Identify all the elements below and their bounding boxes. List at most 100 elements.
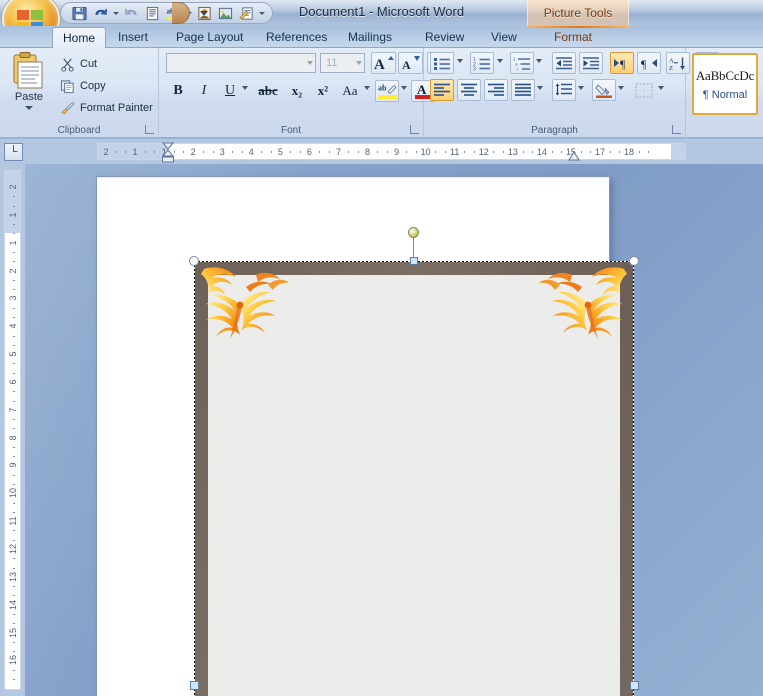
align-right-button[interactable] — [484, 79, 508, 101]
justify-button[interactable] — [511, 79, 535, 101]
selection-handle-middle-right[interactable] — [630, 681, 639, 690]
grow-font-button[interactable]: A — [371, 52, 396, 74]
ribbon-group-font: 11 A A Aa B I — [159, 48, 453, 138]
strikethrough-button[interactable]: abc — [255, 80, 281, 102]
tab-page-layout[interactable]: Page Layout — [166, 27, 253, 48]
tab-mailings[interactable]: Mailings — [338, 27, 402, 48]
line-spacing-dropdown-icon[interactable] — [578, 86, 584, 90]
insert-picture-icon[interactable] — [215, 4, 235, 23]
align-left-icon — [434, 83, 450, 96]
ruler-h-number: 17 — [594, 147, 606, 157]
multilevel-list-dropdown-icon[interactable] — [536, 59, 542, 63]
ruler-h-dot — [212, 151, 214, 153]
bullets-dropdown-icon[interactable] — [457, 59, 463, 63]
text-highlight-icon: ab — [377, 84, 397, 99]
bullets-button[interactable] — [430, 52, 454, 74]
decorative-border-picture[interactable] — [194, 261, 634, 696]
ruler-v-dot — [13, 446, 15, 448]
ruler-v-number: 1 — [7, 212, 18, 218]
copy-button[interactable]: Copy — [56, 76, 110, 96]
paste-button[interactable]: Paste — [6, 52, 52, 118]
tab-references[interactable]: References — [256, 27, 337, 48]
print-preview-icon[interactable] — [142, 4, 162, 23]
subscript-button[interactable]: x₂ — [285, 80, 309, 102]
numbering-dropdown-icon[interactable] — [497, 59, 503, 63]
italic-icon: I — [201, 83, 207, 98]
svg-text:Z: Z — [669, 65, 673, 71]
ruler-v-number: 3 — [7, 295, 18, 301]
font-name-dropdown-icon[interactable] — [307, 61, 313, 65]
justify-dropdown-icon[interactable] — [537, 86, 543, 90]
ruler-h-dot — [648, 151, 650, 153]
font-size-input[interactable]: 11 — [320, 53, 365, 73]
superscript-button[interactable]: x² — [311, 80, 335, 102]
highlight-color-dropdown-icon[interactable] — [401, 86, 407, 90]
selection-handle-middle-left[interactable] — [190, 681, 199, 690]
track-changes-dropdown-icon[interactable] — [257, 4, 266, 23]
selection-handle-top-right[interactable] — [629, 256, 639, 266]
ltr-text-direction-button[interactable]: ¶ — [610, 52, 634, 74]
paste-dropdown-icon[interactable] — [25, 106, 33, 110]
bold-button[interactable]: B — [167, 80, 189, 102]
decrease-indent-button[interactable] — [552, 52, 576, 74]
align-left-button[interactable] — [430, 79, 454, 101]
ruler-h-number: 9 — [394, 147, 400, 157]
align-center-button[interactable] — [457, 79, 481, 101]
font-dialog-launcher[interactable] — [409, 124, 420, 135]
rtl-text-direction-button[interactable]: ¶ — [637, 52, 661, 74]
title-bar: ab Document1 - Microsoft Word Picture To… — [0, 0, 763, 26]
save-icon[interactable] — [69, 4, 89, 23]
increase-indent-button[interactable] — [579, 52, 603, 74]
format-painter-button[interactable]: Format Painter — [56, 98, 157, 118]
vertical-ruler-scale[interactable]: 2 1 1 2 3 4 5 6 7 8 9 10 11 12 13 14 15 16 — [4, 170, 21, 690]
line-spacing-button[interactable] — [552, 79, 576, 101]
text-highlight-color-button[interactable]: ab — [375, 80, 399, 102]
svg-text:¶: ¶ — [641, 57, 647, 71]
document-page[interactable] — [97, 177, 639, 696]
customize-qat-icon[interactable] — [194, 3, 214, 23]
ruler-h-dot — [241, 151, 243, 153]
numbering-button[interactable]: 123 — [470, 52, 494, 74]
underline-dropdown-icon[interactable] — [242, 86, 248, 90]
borders-dropdown-icon[interactable] — [658, 86, 664, 90]
left-indent-markers[interactable] — [160, 141, 176, 163]
italic-button[interactable]: I — [193, 80, 215, 102]
cut-button[interactable]: Cut — [56, 54, 101, 74]
ruler-v-number: 11 — [7, 516, 18, 526]
tab-insert[interactable]: Insert — [108, 27, 158, 48]
undo-icon[interactable] — [90, 4, 110, 23]
tab-view[interactable]: View — [481, 27, 527, 48]
selection-handle-top-left[interactable] — [189, 256, 199, 266]
underline-button[interactable]: U — [219, 80, 241, 102]
font-size-dropdown-icon[interactable] — [356, 61, 362, 65]
rotation-handle-base[interactable] — [410, 257, 418, 265]
ruler-v-dot — [13, 344, 15, 346]
shrink-font-button[interactable]: A — [398, 52, 423, 74]
tab-stop-selector-button[interactable]: └ — [4, 143, 23, 161]
document-canvas[interactable]: websiteedukasi.com — [25, 164, 763, 696]
shading-button[interactable] — [592, 79, 616, 101]
tab-format[interactable]: Format — [544, 27, 602, 48]
borders-button[interactable] — [632, 79, 656, 101]
right-indent-marker[interactable] — [567, 150, 581, 162]
ruler-h-dot — [638, 151, 640, 153]
tab-review[interactable]: Review — [415, 27, 474, 48]
paragraph-dialog-launcher[interactable] — [671, 124, 682, 135]
multilevel-list-button[interactable]: 1ai — [510, 52, 534, 74]
office-button[interactable] — [4, 0, 58, 26]
horizontal-ruler-scale[interactable]: 2 1 1 2 3 4 5 6 7 8 9 10 11 12 13 14 15 17 18 — [97, 143, 686, 160]
style-normal-button[interactable]: AaBbCcDc ¶ Normal — [692, 53, 758, 115]
font-name-input[interactable] — [166, 53, 316, 73]
undo-dropdown-icon[interactable] — [111, 4, 120, 23]
ruler-v-dot — [13, 474, 15, 476]
tab-home[interactable]: Home — [52, 27, 107, 48]
rotation-handle-stem — [413, 237, 414, 259]
clipboard-dialog-launcher[interactable] — [144, 124, 155, 135]
change-case-button[interactable]: Aa — [337, 80, 363, 102]
track-changes-icon[interactable] — [236, 4, 256, 23]
redo-icon[interactable] — [121, 4, 141, 23]
change-case-dropdown-icon[interactable] — [364, 86, 370, 90]
rotation-handle-knob[interactable] — [408, 227, 419, 238]
shading-dropdown-icon[interactable] — [618, 86, 624, 90]
ruler-v-dot — [13, 196, 15, 198]
